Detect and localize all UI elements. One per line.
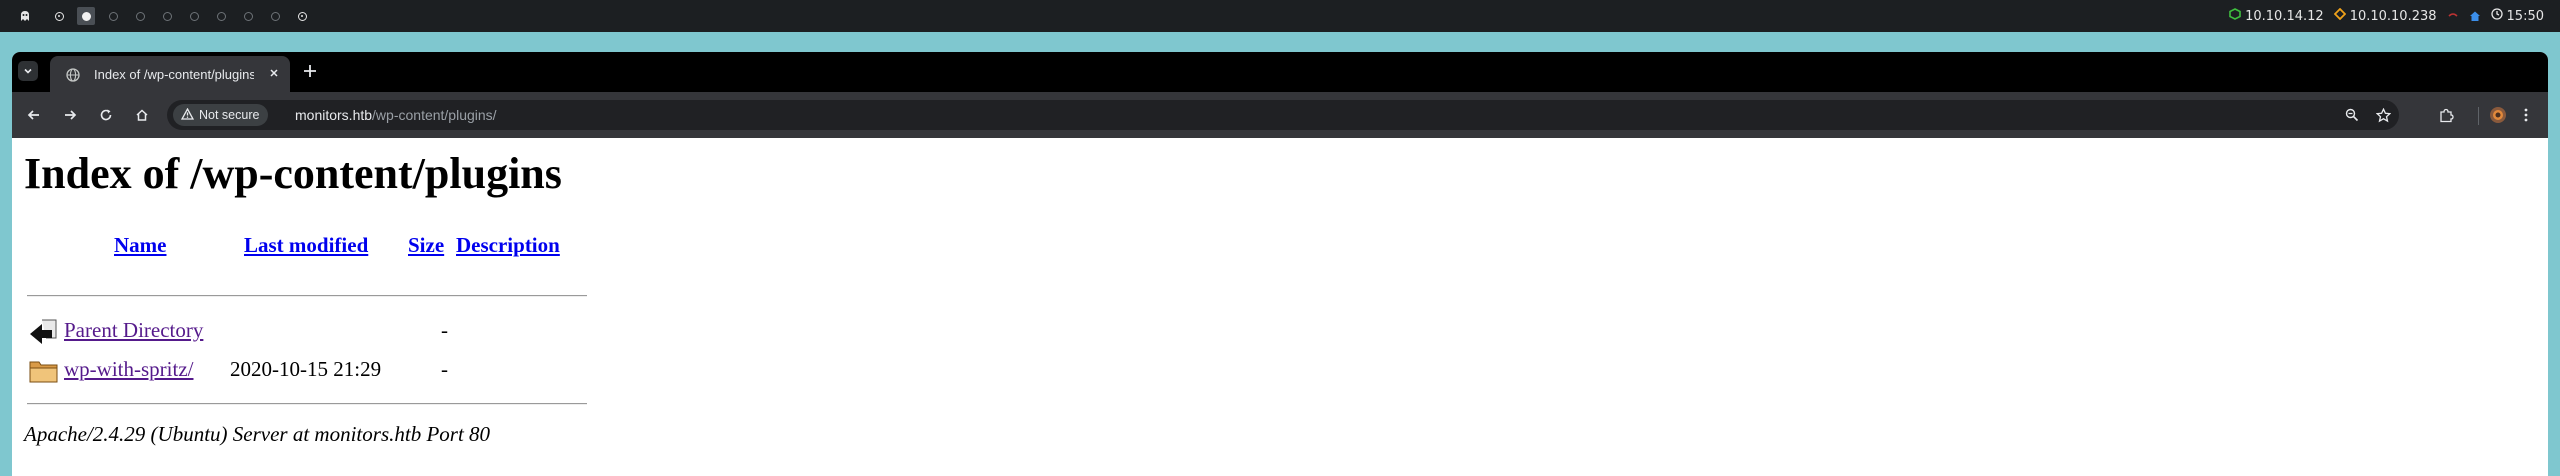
- security-label: Not secure: [199, 108, 260, 122]
- globe-icon: [66, 68, 80, 85]
- url-text[interactable]: monitors.htb/wp-content/plugins/: [295, 107, 497, 123]
- tab-strip: Index of /wp-content/plugins/: [12, 52, 2548, 92]
- bookmark-star-icon[interactable]: [2374, 106, 2392, 124]
- disconnect-icon[interactable]: [2447, 10, 2459, 22]
- forward-arrow-icon[interactable]: [60, 105, 80, 125]
- vpn-ip-indicator: 10.10.14.12: [2229, 8, 2324, 24]
- vpn-ip-label: 10.10.14.12: [2245, 8, 2324, 24]
- workspace-3-icon[interactable]: [104, 7, 122, 25]
- workspace-10-icon[interactable]: [293, 7, 311, 25]
- column-header-name[interactable]: Name: [114, 233, 166, 258]
- tab-search-button[interactable]: [18, 61, 38, 81]
- target-ip-indicator: 10.10.10.238: [2333, 7, 2437, 24]
- parent-directory-link[interactable]: Parent Directory: [64, 318, 203, 343]
- toolbar-separator: [2478, 107, 2479, 125]
- reload-icon[interactable]: [96, 105, 116, 125]
- target-ip-label: 10.10.10.238: [2349, 8, 2437, 24]
- folder-icon: [29, 358, 59, 389]
- page-content: Index of /wp-content/plugins Name Last m…: [12, 138, 2548, 476]
- table-cell-size: -: [441, 357, 448, 381]
- column-header-size[interactable]: Size: [408, 233, 444, 258]
- profile-avatar-icon[interactable]: [2488, 105, 2508, 125]
- url-path: /wp-content/plugins/: [372, 107, 497, 123]
- clock-icon: [2490, 8, 2503, 24]
- more-menu-icon[interactable]: [2516, 105, 2536, 125]
- browser-window: Index of /wp-content/plugins/ Not secure…: [12, 52, 2548, 476]
- table-divider-bottom: [27, 403, 587, 405]
- workspace-8-icon[interactable]: [239, 7, 257, 25]
- new-tab-button[interactable]: [300, 62, 320, 82]
- workspace-9-icon[interactable]: [266, 7, 284, 25]
- clock-time: 15:50: [2506, 8, 2544, 24]
- app-menu-icon[interactable]: [16, 7, 34, 25]
- extensions-icon[interactable]: [2436, 105, 2456, 125]
- back-arrow-icon: [28, 318, 58, 351]
- table-divider-top: [27, 295, 587, 297]
- directory-link[interactable]: wp-with-spritz/: [64, 357, 193, 382]
- plus-icon: [304, 65, 316, 77]
- workspace-6-icon[interactable]: [185, 7, 203, 25]
- browser-toolbar: Not secure monitors.htb/wp-content/plugi…: [12, 92, 2548, 138]
- column-header-last-modified[interactable]: Last modified: [244, 233, 368, 258]
- url-host: monitors.htb: [295, 107, 373, 123]
- target-icon: [2333, 7, 2346, 24]
- table-cell-modified: 2020-10-15 21:29: [230, 357, 382, 381]
- chevron-down-icon: [24, 68, 32, 74]
- warning-icon: [180, 107, 195, 123]
- security-chip[interactable]: Not secure: [173, 104, 269, 126]
- back-arrow-icon[interactable]: [24, 105, 44, 125]
- workspace-7-icon[interactable]: [212, 7, 230, 25]
- workspace-2-icon[interactable]: [77, 7, 95, 25]
- system-top-bar: 10.10.14.12 10.10.10.238 15:50: [0, 0, 2560, 32]
- workspace-1-icon[interactable]: [50, 7, 68, 25]
- address-bar[interactable]: Not secure monitors.htb/wp-content/plugi…: [167, 100, 2399, 130]
- workspace-5-icon[interactable]: [158, 7, 176, 25]
- tab-close-icon[interactable]: [265, 64, 283, 82]
- server-signature: Apache/2.4.29 (Ubuntu) Server at monitor…: [24, 422, 491, 446]
- home-button-icon[interactable]: [132, 105, 152, 125]
- column-header-description[interactable]: Description: [456, 233, 560, 258]
- clock: 15:50: [2490, 8, 2544, 24]
- browser-tab-active[interactable]: Index of /wp-content/plugins/: [50, 56, 290, 92]
- network-icon: [2229, 8, 2241, 24]
- zoom-icon[interactable]: [2343, 106, 2361, 124]
- workspace-4-icon[interactable]: [131, 7, 149, 25]
- tab-title: Index of /wp-content/plugins/: [94, 67, 254, 82]
- home-icon[interactable]: [2469, 10, 2481, 22]
- page-title: Index of /wp-content/plugins: [24, 149, 562, 198]
- table-cell-size: -: [441, 318, 448, 342]
